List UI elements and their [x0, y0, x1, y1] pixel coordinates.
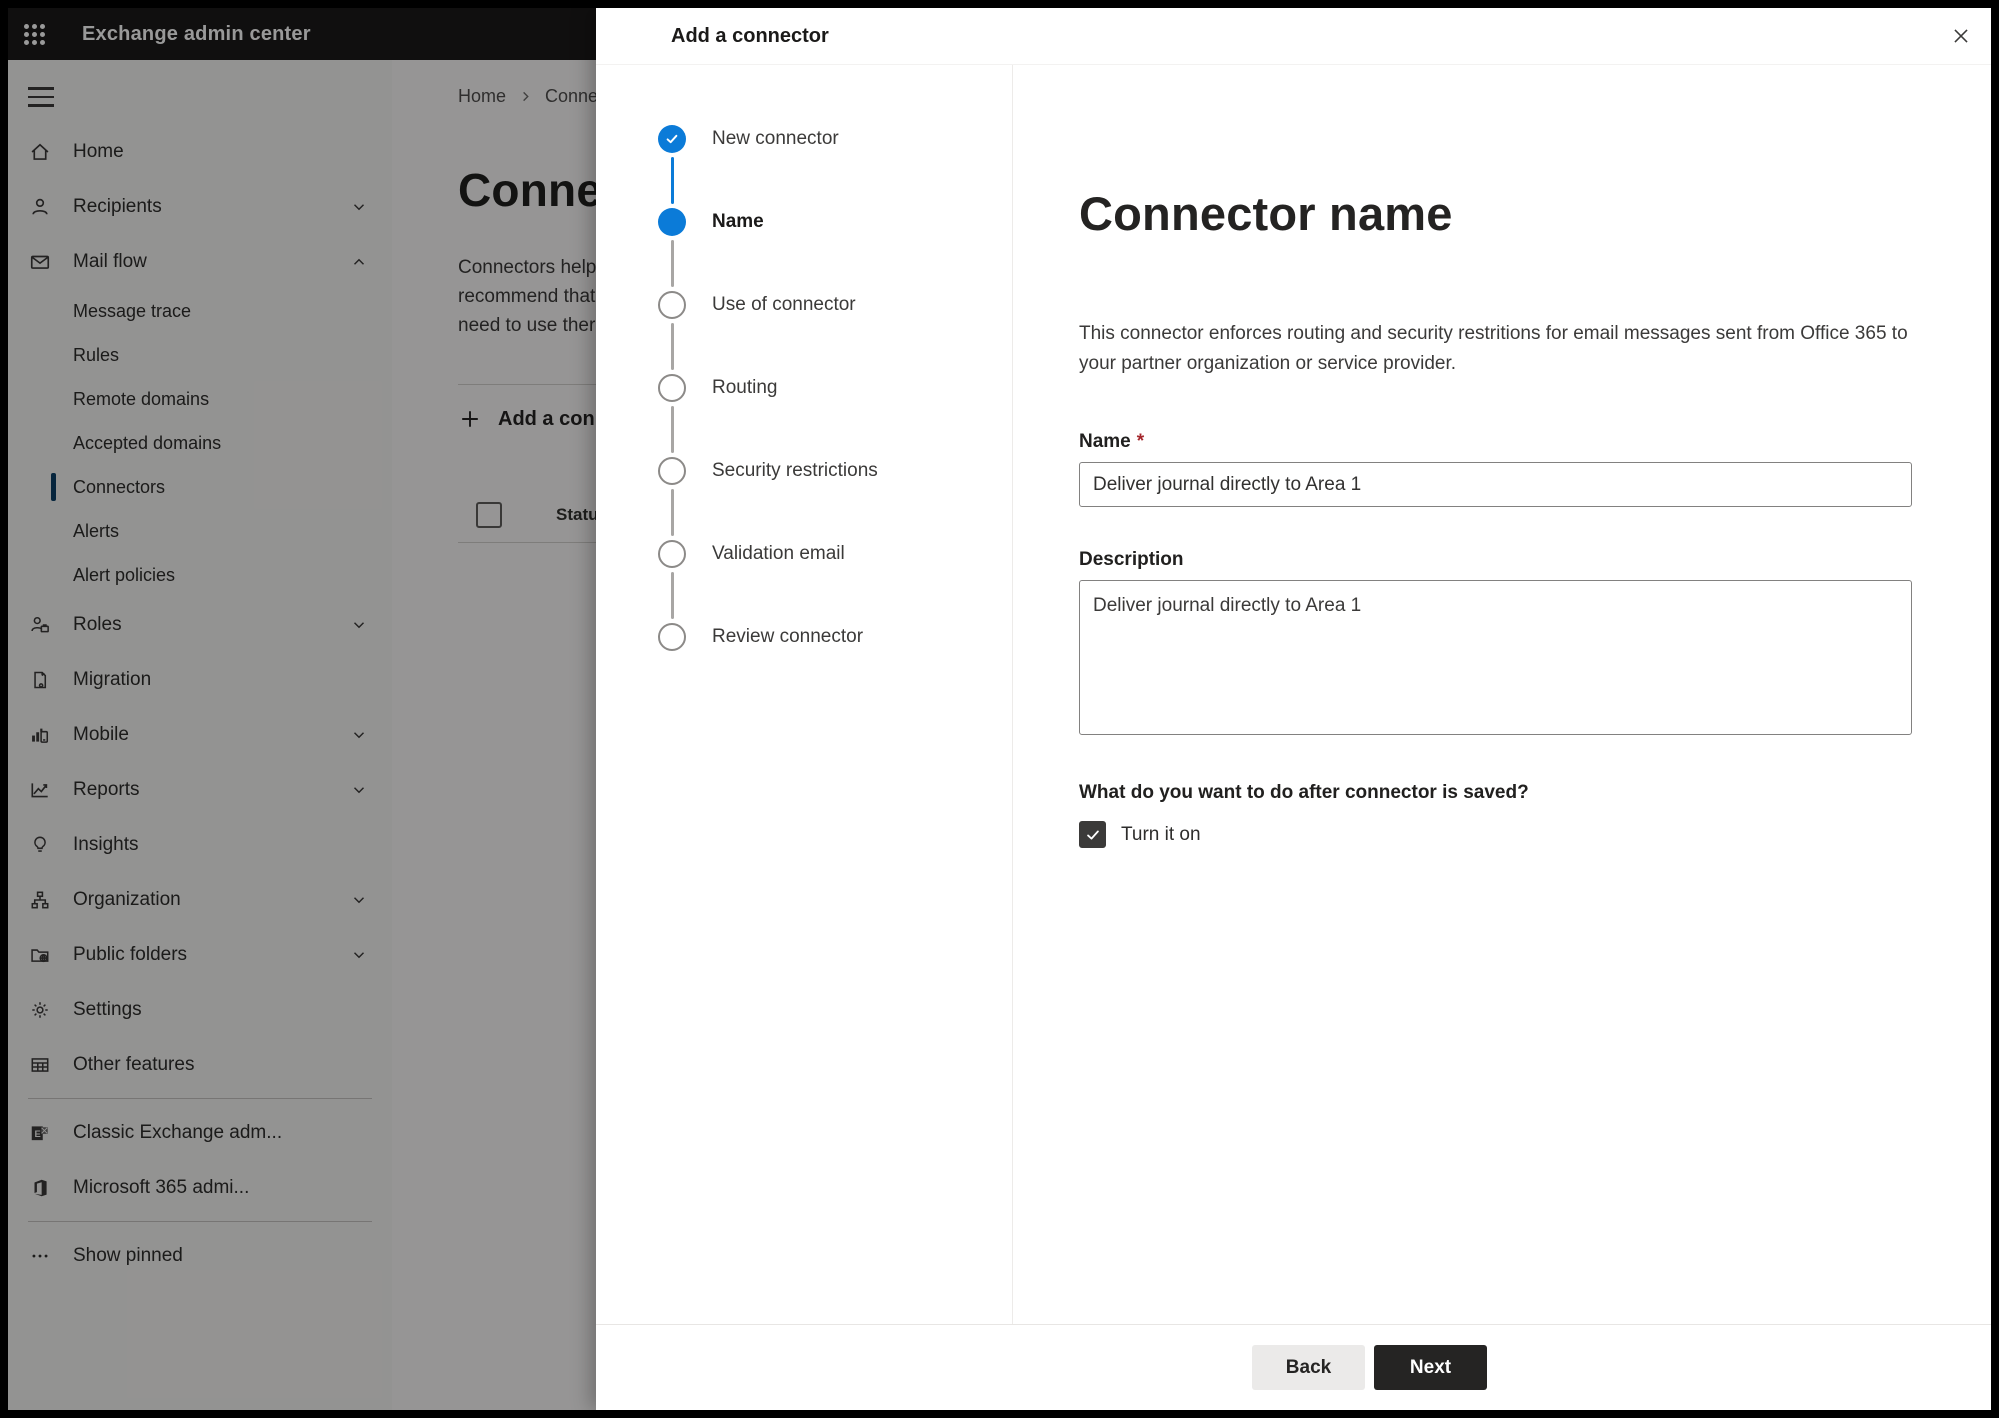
wizard-steps: New connector Name Use of connector Rout…: [596, 65, 1013, 1324]
modal-header: Add a connector: [596, 8, 1991, 65]
add-connector-modal: Add a connector New connector Name Use o…: [596, 8, 1991, 1410]
step-completed-icon: [658, 125, 686, 153]
step-connector: [670, 406, 674, 453]
step-label: New connector: [712, 128, 839, 149]
step-name: Name: [658, 208, 1012, 236]
step-connector: [670, 157, 674, 204]
step-connector: [670, 572, 674, 619]
name-input[interactable]: [1079, 462, 1912, 507]
back-button[interactable]: Back: [1252, 1345, 1365, 1390]
step-upcoming-icon: [658, 374, 686, 402]
turn-it-on-checkbox-row[interactable]: Turn it on: [1079, 821, 1912, 848]
after-save-question: What do you want to do after connector i…: [1079, 782, 1529, 803]
step-routing: Routing: [658, 374, 1012, 402]
name-field-label-text: Name: [1079, 431, 1131, 452]
step-upcoming-icon: [658, 540, 686, 568]
description-field-label-text: Description: [1079, 549, 1184, 570]
step-connector: [670, 240, 674, 287]
wizard-content: Connector name This connector enforces r…: [1013, 65, 1991, 1324]
turn-it-on-checkbox[interactable]: [1079, 821, 1106, 848]
step-upcoming-icon: [658, 457, 686, 485]
step-validation-email: Validation email: [658, 540, 1012, 568]
step-label: Use of connector: [712, 294, 856, 315]
step-current-icon: [658, 208, 686, 236]
step-upcoming-icon: [658, 623, 686, 651]
step-security-restrictions: Security restrictions: [658, 457, 1012, 485]
screen: Exchange admin center Home Recipients Ma…: [8, 8, 1991, 1410]
close-button[interactable]: [1941, 16, 1981, 56]
name-field-label: Name *: [1079, 431, 1912, 453]
step-connector: [670, 323, 674, 370]
step-upcoming-icon: [658, 291, 686, 319]
step-use-of-connector: Use of connector: [658, 291, 1012, 319]
required-asterisk: *: [1136, 431, 1145, 452]
step-connector: [670, 489, 674, 536]
wizard-page-description: This connector enforces routing and secu…: [1079, 323, 1908, 374]
step-label: Validation email: [712, 543, 845, 564]
step-new-connector: New connector: [658, 125, 1012, 153]
modal-body: New connector Name Use of connector Rout…: [596, 65, 1991, 1324]
modal-footer: Back Next: [596, 1324, 1991, 1410]
modal-title: Add a connector: [671, 24, 829, 47]
step-label: Routing: [712, 377, 778, 398]
wizard-page-title: Connector name: [1079, 187, 1453, 240]
close-icon: [1950, 25, 1972, 47]
next-button[interactable]: Next: [1374, 1345, 1487, 1390]
description-field-label: Description: [1079, 549, 1912, 571]
step-label: Security restrictions: [712, 460, 878, 481]
description-textarea[interactable]: Deliver journal directly to Area 1: [1079, 580, 1912, 735]
step-label: Review connector: [712, 626, 864, 647]
step-label: Name: [712, 211, 764, 232]
check-icon: [1084, 826, 1102, 844]
turn-it-on-label: Turn it on: [1121, 823, 1201, 845]
step-review-connector: Review connector: [658, 623, 1012, 651]
